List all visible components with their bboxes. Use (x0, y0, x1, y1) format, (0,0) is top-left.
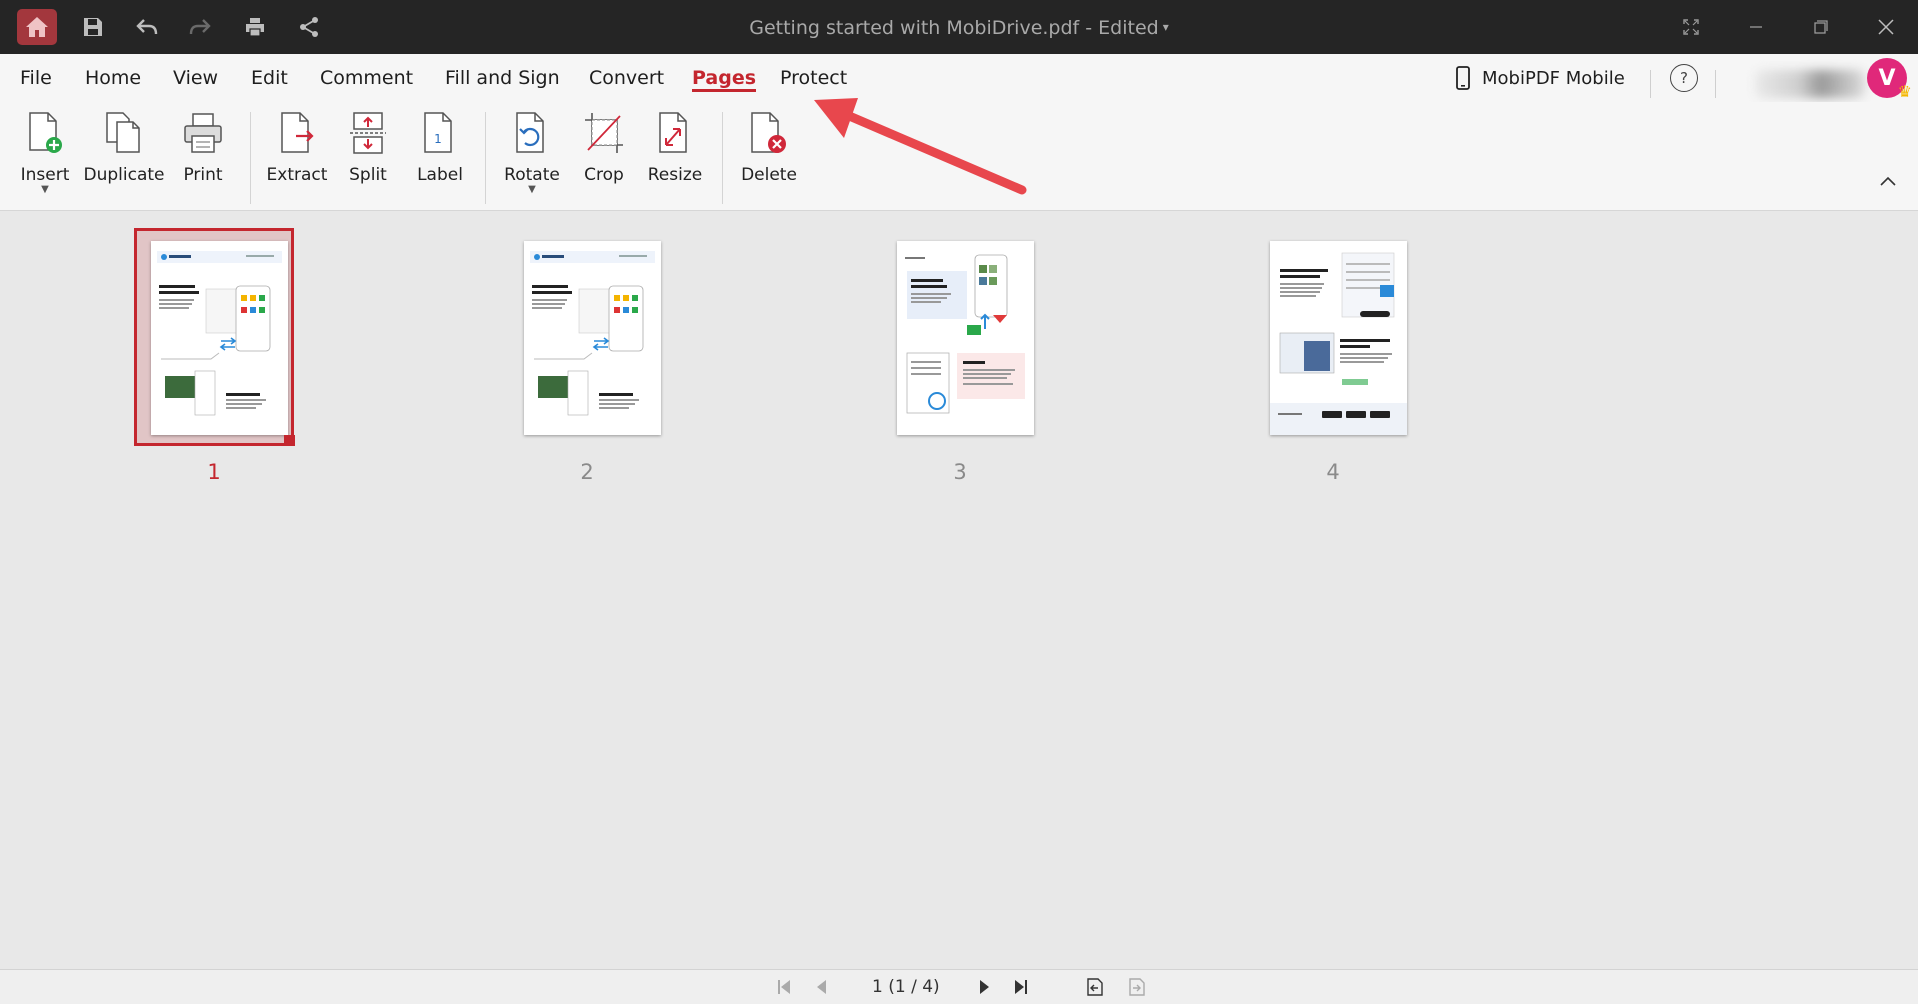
last-page-icon (1015, 980, 1027, 994)
page-preview (524, 241, 661, 435)
chevron-down-icon: ▼ (41, 184, 49, 195)
title-bar: Getting started with MobiDrive.pdf - Edi… (0, 0, 1918, 54)
menu-pages[interactable]: Pages (692, 54, 757, 102)
menu-home[interactable]: Home (85, 54, 141, 102)
rotate-label: Rotate (504, 165, 560, 185)
menu-divider (1650, 70, 1651, 98)
insert-label: Insert (20, 165, 70, 185)
svg-text:1: 1 (434, 132, 442, 146)
ribbon-separator (250, 112, 251, 204)
resize-page-icon (653, 110, 697, 156)
resize-button[interactable]: Resize (632, 110, 718, 200)
annotation-arrow (814, 98, 1027, 195)
resize-label: Resize (647, 165, 703, 185)
rotate-page-icon (510, 110, 554, 156)
page-number: 4 (1326, 460, 1340, 484)
page-number: 1 (207, 460, 221, 484)
menu-convert[interactable]: Convert (589, 54, 664, 102)
user-name-blurred (1755, 70, 1865, 98)
page-preview (897, 241, 1034, 435)
page-thumbnail-area: 1 2 3 4 (0, 211, 1918, 969)
page-number: 2 (580, 460, 594, 484)
print-label: Print (183, 165, 223, 185)
split-page-icon (346, 110, 390, 156)
first-page-icon (778, 980, 790, 994)
fullscreen-button[interactable] (1673, 0, 1709, 54)
ribbon-separator (485, 112, 486, 204)
print-button[interactable]: Print (160, 110, 246, 200)
next-page-icon (980, 980, 989, 994)
duplicate-page-icon (102, 110, 146, 156)
go-back-icon (1087, 978, 1103, 996)
phone-icon (1456, 66, 1470, 90)
duplicate-button[interactable]: Duplicate (81, 110, 167, 200)
active-tab-underline (692, 89, 757, 92)
label-label: Label (417, 165, 463, 185)
label-button[interactable]: 1 Label (397, 110, 483, 200)
go-forward-icon (1129, 978, 1145, 996)
menu-divider (1715, 70, 1716, 98)
split-label: Split (349, 165, 387, 185)
minimize-button[interactable] (1738, 0, 1774, 54)
crop-label: Crop (584, 165, 624, 185)
delete-page-icon (747, 110, 791, 156)
menu-view[interactable]: View (173, 54, 218, 102)
label-page-icon: 1 (418, 110, 462, 156)
menu-file[interactable]: File (20, 54, 52, 102)
ribbon-separator (722, 112, 723, 204)
maximize-button[interactable] (1803, 0, 1839, 54)
delete-label: Delete (741, 165, 797, 185)
avatar-letter: V (1878, 65, 1896, 91)
close-button[interactable] (1868, 0, 1904, 54)
crown-icon: ♛ (1897, 82, 1912, 101)
previous-page-button[interactable] (810, 974, 832, 1000)
help-button[interactable]: ? (1670, 54, 1698, 102)
help-icon: ? (1670, 64, 1698, 92)
page-preview (151, 241, 288, 435)
page-preview (1270, 241, 1407, 435)
crop-page-icon (582, 110, 626, 156)
page-indicator[interactable]: 1 (1 / 4) (872, 970, 940, 1004)
extract-page-icon (275, 110, 319, 156)
first-page-button[interactable] (773, 974, 795, 1000)
collapse-ribbon-button[interactable] (1880, 174, 1896, 190)
extract-label: Extract (266, 165, 328, 185)
mobipdf-mobile-label: MobiPDF Mobile (1482, 67, 1625, 89)
go-back-view-button[interactable] (1082, 974, 1106, 1000)
last-page-button[interactable] (1010, 974, 1032, 1000)
mobipdf-mobile-button[interactable]: MobiPDF Mobile (1456, 54, 1625, 102)
status-bar: 1 (1 / 4) (0, 969, 1918, 1004)
menu-fill-and-sign[interactable]: Fill and Sign (445, 54, 560, 102)
selection-handle[interactable] (284, 435, 295, 446)
minimize-icon (1750, 26, 1762, 28)
restore-icon (1814, 20, 1828, 34)
menu-pages-label: Pages (692, 67, 757, 89)
close-icon (1878, 19, 1894, 35)
previous-page-icon (817, 980, 826, 994)
insert-button[interactable]: Insert ▼ (2, 110, 88, 200)
fullscreen-icon (1683, 19, 1699, 35)
insert-page-icon (23, 110, 67, 156)
menu-comment[interactable]: Comment (320, 54, 413, 102)
chevron-down-icon: ▼ (528, 184, 536, 195)
avatar[interactable]: V ♛ (1867, 58, 1912, 101)
go-forward-view-button[interactable] (1124, 974, 1148, 1000)
menu-edit[interactable]: Edit (251, 54, 288, 102)
next-page-button[interactable] (974, 974, 996, 1000)
print-icon (181, 110, 225, 156)
duplicate-label: Duplicate (83, 165, 165, 185)
chevron-down-icon: ▾ (1162, 20, 1169, 34)
page-number: 3 (953, 460, 967, 484)
document-title[interactable]: Getting started with MobiDrive.pdf - Edi… (0, 0, 1918, 54)
chevron-up-icon (1880, 176, 1896, 186)
